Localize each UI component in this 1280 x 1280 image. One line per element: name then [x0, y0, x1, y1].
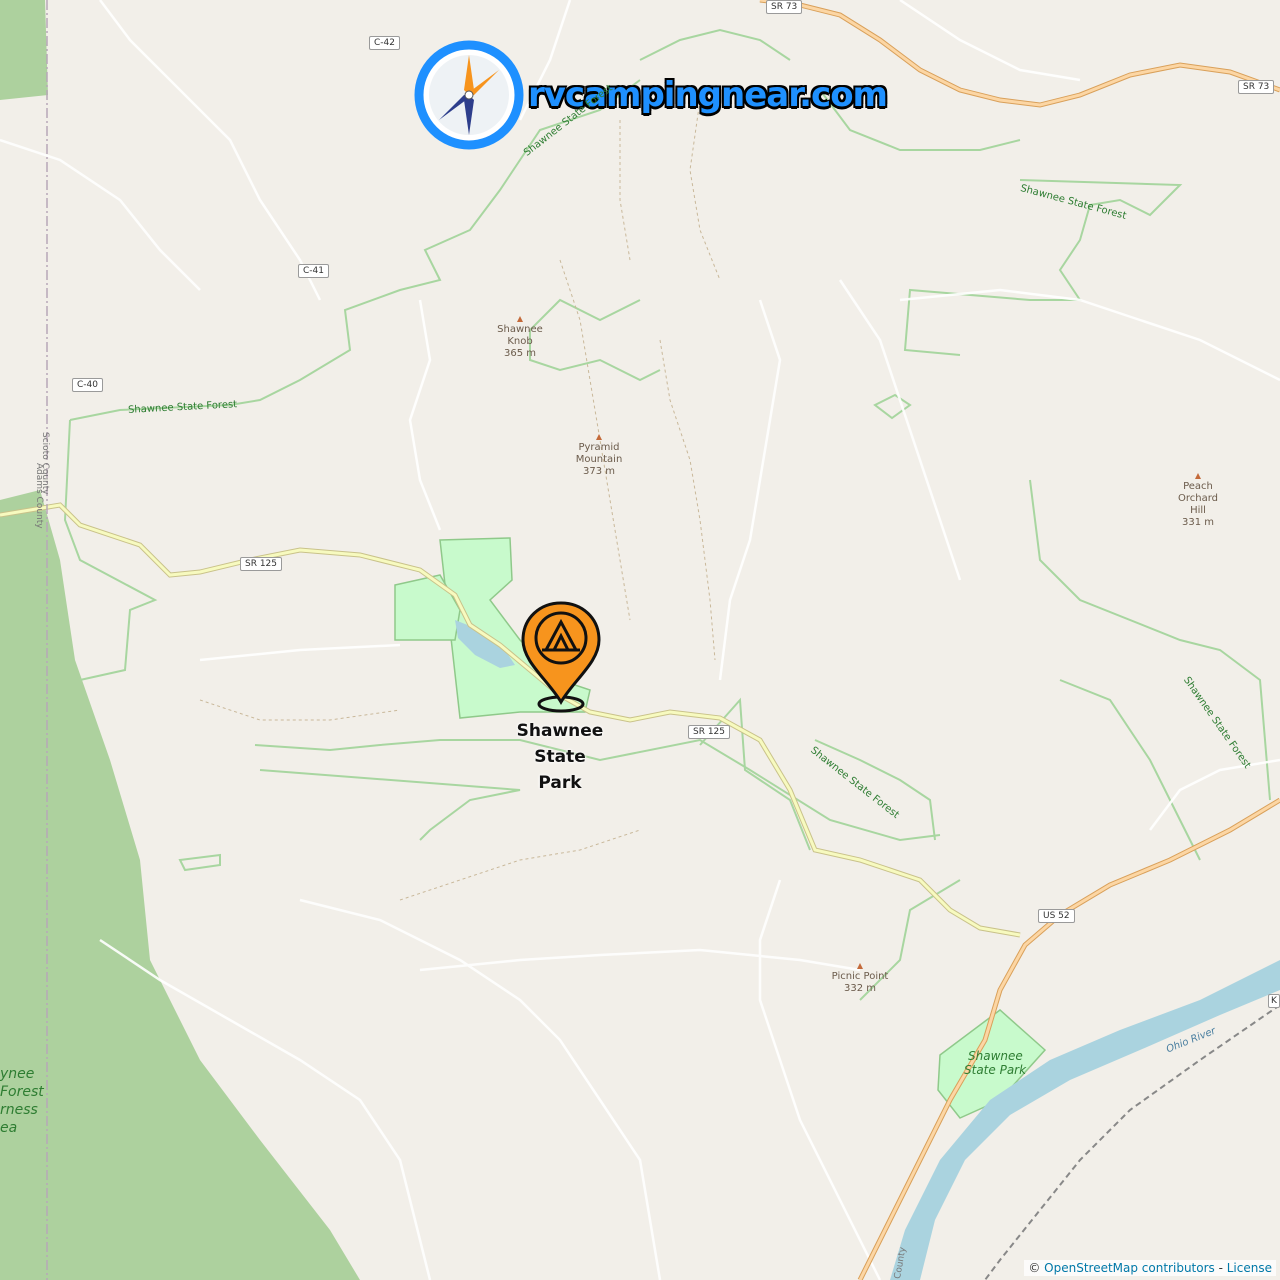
license-link[interactable]: License: [1227, 1261, 1272, 1275]
route-shield-sr125: SR 125: [688, 725, 731, 739]
peak-picnic-point: Picnic Point 332 m: [825, 963, 895, 995]
wilderness-label: rness: [0, 1102, 38, 1118]
osm-link[interactable]: OpenStreetMap contributors: [1044, 1261, 1215, 1275]
peak-icon: [1195, 473, 1201, 479]
route-shield-c42: C-42: [369, 36, 400, 50]
map-attribution: © OpenStreetMap contributors - License: [1024, 1260, 1276, 1276]
map-base-layer: [0, 0, 1280, 1280]
peak-pyramid-mountain: Pyramid Mountain 373 m: [569, 434, 629, 478]
park-label: State Park: [964, 1063, 1027, 1077]
wilderness-forest-area: [0, 0, 360, 1280]
route-shield-us52: US 52: [1038, 909, 1075, 923]
wilderness-label: Forest: [0, 1084, 44, 1100]
peak-shawnee-knob: Shawnee Knob 365 m: [490, 316, 550, 360]
route-shield-sr125: SR 125: [240, 557, 283, 571]
peak-icon: [596, 434, 602, 440]
ohio-river: [890, 960, 1280, 1280]
route-shield-sr73: SR 73: [1238, 80, 1275, 94]
map-canvas[interactable]: rvcampingnear.com SR 73 SR 73 C-42 C-41 …: [0, 0, 1280, 1280]
tent-pin-icon[interactable]: [518, 600, 604, 720]
county-label: Adams County: [34, 463, 44, 529]
attribution-separator: -: [1214, 1261, 1227, 1275]
peak-peach-orchard-hill: Peach Orchard Hill 331 m: [1168, 473, 1228, 529]
attribution-prefix: ©: [1028, 1261, 1045, 1275]
peak-icon: [857, 963, 863, 969]
route-shield-c41: C-41: [298, 264, 329, 278]
site-logo[interactable]: rvcampingnear.com: [414, 40, 888, 150]
route-shield-sr73: SR 73: [766, 0, 803, 14]
wilderness-label: ea: [0, 1120, 18, 1136]
route-shield-c40: C-40: [72, 378, 103, 392]
peak-icon: [517, 316, 523, 322]
marker-label: Shawnee State Park: [516, 721, 604, 793]
compass-icon: [414, 40, 524, 150]
wilderness-label: ynee: [0, 1066, 35, 1082]
park-label: Shawnee: [968, 1049, 1023, 1063]
route-shield-edge: K: [1268, 994, 1280, 1008]
